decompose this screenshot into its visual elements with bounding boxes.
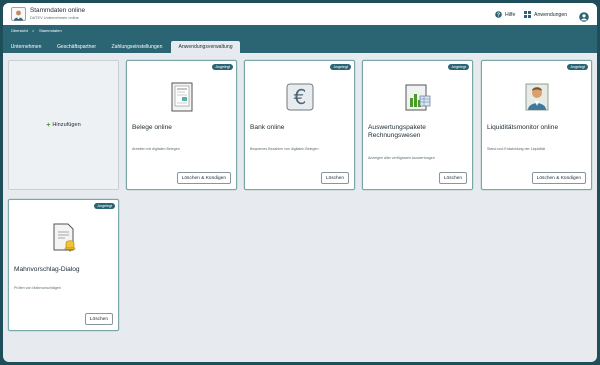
card-icon-area — [487, 75, 586, 119]
app-card-auswertungspakete: Angelegt Auswertungspakete Rechnungswese… — [362, 60, 473, 190]
help-button[interactable]: ? Hilfe — [495, 11, 515, 18]
app-subtitle: DATEV Unternehmen online — [30, 15, 79, 20]
delete-button[interactable]: Löschen — [320, 172, 349, 184]
help-icon: ? — [495, 11, 502, 18]
card-title: Liquiditätsmonitor online — [487, 124, 559, 131]
tab-anwendungsverwaltung[interactable]: Anwendungsverwaltung — [171, 41, 240, 53]
app-card-mahnvorschlag-dialog: Angelegt Mahnvorschlag-Dialog Prüfen von… — [8, 199, 119, 331]
delete-and-cancel-button[interactable]: Löschen & Kündigen — [531, 172, 586, 184]
add-application-card[interactable]: + Hinzufügen — [8, 60, 119, 190]
status-badge: Angelegt — [567, 64, 588, 70]
app-window: Stammdaten online DATEV Unternehmen onli… — [3, 3, 597, 362]
person-icon — [525, 83, 548, 111]
breadcrumb-item-overview[interactable]: Übersicht — [11, 28, 28, 33]
grid-icon — [524, 11, 531, 18]
status-badge: Angelegt — [212, 64, 233, 70]
tab-geschaeftspartner[interactable]: Geschäftspartner — [54, 41, 99, 53]
user-icon — [579, 12, 589, 22]
delete-button[interactable]: Löschen — [438, 172, 467, 184]
card-title: Mahnvorschlag-Dialog — [14, 266, 80, 273]
svg-text:€: € — [293, 85, 306, 109]
card-description: Bequemes Bezahlen von digitalen Belegen — [250, 147, 319, 151]
breadcrumb-separator: > — [32, 28, 35, 33]
app-card-belege-online: Angelegt Belege online Arbeiten mit digi… — [126, 60, 237, 190]
apps-button[interactable]: Anwendungen — [524, 11, 567, 18]
app-header: Stammdaten online DATEV Unternehmen onli… — [3, 3, 597, 25]
card-description: Stand und Entwicklung der Liquidität — [487, 147, 546, 151]
breadcrumb-item-master-data: Stammdaten — [39, 28, 62, 33]
app-card-bank-online: Angelegt € Bank online Bequemes Bezahlen… — [244, 60, 355, 190]
card-icon-area — [132, 75, 231, 119]
status-badge: Angelegt — [448, 64, 469, 70]
card-description: Anzeigen aller verfügbaren Auswertungen — [368, 156, 435, 160]
tab-bar: Unternehmen Geschäftspartner Zahlungsein… — [3, 40, 597, 53]
svg-text:?: ? — [497, 12, 500, 18]
card-title: Belege online — [132, 124, 172, 131]
tab-unternehmen[interactable]: Unternehmen — [8, 41, 44, 53]
report-chart-icon — [405, 84, 430, 111]
tab-zahlungseinstellungen[interactable]: Zahlungseinstellungen — [107, 41, 167, 53]
status-badge: Angelegt — [330, 64, 351, 70]
card-title: Auswertungspakete Rechnungswesen — [368, 124, 426, 140]
card-icon-area — [14, 215, 113, 259]
apps-label: Anwendungen — [534, 11, 568, 18]
plus-icon: + — [46, 121, 51, 129]
help-label: Hilfe — [505, 11, 516, 18]
euro-icon: € — [286, 83, 313, 111]
add-label: Hinzufügen — [52, 122, 81, 128]
delete-and-cancel-button[interactable]: Löschen & Kündigen — [176, 172, 231, 184]
status-badge: Angelegt — [94, 203, 115, 209]
app-avatar-icon — [11, 7, 26, 21]
card-description: Prüfen von Mahnvorschlägen — [14, 286, 61, 290]
delete-button[interactable]: Löschen — [84, 313, 113, 325]
card-icon-area — [368, 75, 467, 119]
card-description: Arbeiten mit digitalen Belegen — [132, 147, 180, 151]
document-bell-icon — [53, 223, 75, 252]
app-card-liquiditaetsmonitor: Angelegt Liquiditätsmonitor online Stand… — [481, 60, 592, 190]
card-title: Bank online — [250, 124, 285, 131]
receipt-icon — [171, 82, 192, 112]
card-icon-area: € — [250, 75, 349, 119]
app-title: Stammdaten online — [30, 7, 86, 14]
